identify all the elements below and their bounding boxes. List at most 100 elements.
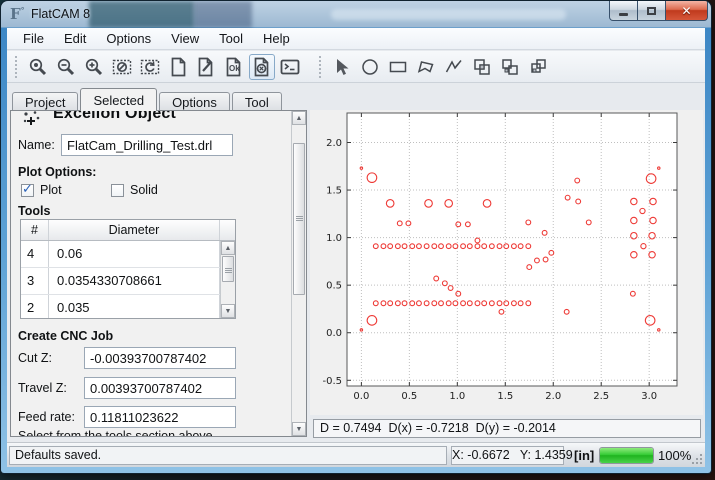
scroll-down-arrow[interactable]: ▼ xyxy=(292,422,306,436)
cut-z-input[interactable] xyxy=(84,347,236,369)
panel-heading: Excellon Object xyxy=(53,111,253,126)
plot-svg: 0.00.51.01.52.02.53.0-0.50.00.51.01.52.0 xyxy=(310,110,703,415)
checkbox-checked-icon: ✓ xyxy=(21,184,34,197)
zoom-fit-icon[interactable] xyxy=(25,54,51,80)
copy-objects-icon[interactable] xyxy=(469,54,495,80)
scroll-down-arrow[interactable]: ▼ xyxy=(221,304,235,318)
window-title: FlatCAM 8 xyxy=(31,7,90,21)
zoom-in-icon[interactable] xyxy=(81,54,107,80)
feed-rate-input[interactable] xyxy=(84,406,236,428)
table-row[interactable]: 30.0354330708661 xyxy=(21,268,235,295)
svg-text:2.0: 2.0 xyxy=(545,391,561,402)
panel-scrollbar[interactable]: ▲ ▼ xyxy=(291,111,306,436)
selected-tab-panel: Excellon Object Name: Plot Options: ✓ Pl… xyxy=(10,110,307,437)
tab-tool[interactable]: Tool xyxy=(232,92,282,111)
draw-polyline-icon[interactable] xyxy=(441,54,467,80)
feed-rate-label: Feed rate: xyxy=(18,410,75,424)
plot-checkbox[interactable]: ✓ Plot xyxy=(21,183,62,197)
pointer-icon[interactable] xyxy=(329,54,355,80)
menu-file[interactable]: File xyxy=(13,29,54,48)
svg-text:0.0: 0.0 xyxy=(353,391,369,402)
excellon-object-icon xyxy=(21,110,43,131)
toolbar-drag-handle[interactable] xyxy=(319,56,323,78)
resize-grip[interactable] xyxy=(692,454,702,464)
progress-bar xyxy=(599,447,654,464)
table-scrollbar[interactable]: ▲ ▼ xyxy=(220,241,235,318)
progress-percent: 100% xyxy=(658,448,691,463)
name-input[interactable] xyxy=(61,134,233,156)
solid-checkbox[interactable]: Solid xyxy=(111,183,158,197)
maximize-icon xyxy=(647,7,656,15)
tools-table[interactable]: # Diameter 40.06 30.0354330708661 20.035… xyxy=(20,219,236,319)
toolbar-drag-handle[interactable] xyxy=(15,56,19,78)
svg-text:0.5: 0.5 xyxy=(401,391,417,402)
svg-text:-0.5: -0.5 xyxy=(322,376,342,387)
scroll-up-arrow[interactable]: ▲ xyxy=(292,111,306,125)
table-row[interactable]: 40.06 xyxy=(21,241,235,268)
status-bar: Defaults saved. X: -0.6672 Y: 1.4359 [in… xyxy=(7,442,705,467)
plot-canvas[interactable]: 0.00.51.01.52.02.53.0-0.50.00.51.01.52.0 xyxy=(310,110,703,415)
cnc-heading: Create CNC Job xyxy=(18,329,113,343)
menu-options[interactable]: Options xyxy=(96,29,161,48)
menu-tool[interactable]: Tool xyxy=(209,29,253,48)
tab-bar: Project Selected Options Tool xyxy=(12,89,284,111)
window-controls: ✕ xyxy=(609,1,708,21)
tools-hint: Select from the tools section above xyxy=(18,429,213,437)
svg-text:1.0: 1.0 xyxy=(449,391,465,402)
titlebar-glass-artifact xyxy=(89,1,194,28)
zoom-out-icon[interactable] xyxy=(53,54,79,80)
tools-table-header: # Diameter xyxy=(21,220,235,241)
delete-object-icon[interactable] xyxy=(249,54,275,80)
minimize-icon xyxy=(619,13,628,16)
scrollbar-thumb[interactable] xyxy=(222,256,234,282)
clear-plot-icon[interactable] xyxy=(109,54,135,80)
menu-help[interactable]: Help xyxy=(253,29,300,48)
join-objects-icon[interactable] xyxy=(497,54,523,80)
draw-circle-icon[interactable] xyxy=(357,54,383,80)
app-window: F° FlatCAM 8 ✕ File Edit Options View To… xyxy=(1,1,711,473)
tab-options[interactable]: Options xyxy=(159,92,230,111)
tab-project[interactable]: Project xyxy=(12,92,78,111)
svg-text:0.5: 0.5 xyxy=(326,281,342,292)
minimize-button[interactable] xyxy=(609,1,638,21)
scrollbar-thumb[interactable] xyxy=(293,143,305,295)
column-header-diameter: Diameter xyxy=(49,220,220,240)
ok-file-icon[interactable]: Ok xyxy=(221,54,247,80)
menu-view[interactable]: View xyxy=(161,29,209,48)
draw-polygon-icon[interactable] xyxy=(413,54,439,80)
titlebar[interactable]: F° FlatCAM 8 ✕ xyxy=(1,1,711,28)
progress-fill xyxy=(600,448,653,463)
column-header-number: # xyxy=(21,220,49,240)
titlebar-glass-artifact xyxy=(331,9,566,20)
close-icon: ✕ xyxy=(681,4,691,18)
menu-edit[interactable]: Edit xyxy=(54,29,96,48)
titlebar-glass-artifact xyxy=(194,1,252,28)
window-body: File Edit Options View Tool Help xyxy=(7,28,705,467)
shell-icon[interactable] xyxy=(277,54,303,80)
checkbox-unchecked-icon xyxy=(111,184,124,197)
plot-options-label: Plot Options: xyxy=(18,165,96,179)
travel-z-input[interactable] xyxy=(84,377,236,399)
cut-z-label: Cut Z: xyxy=(18,351,52,365)
subtract-objects-icon[interactable] xyxy=(525,54,551,80)
open-edit-icon[interactable] xyxy=(193,54,219,80)
table-row[interactable]: 20.035 xyxy=(21,295,235,319)
tab-selected[interactable]: Selected xyxy=(80,88,157,111)
svg-text:1.5: 1.5 xyxy=(326,186,342,197)
svg-text:Ok: Ok xyxy=(229,64,240,73)
close-button[interactable]: ✕ xyxy=(666,1,708,21)
maximize-button[interactable] xyxy=(638,1,666,21)
svg-text:2.0: 2.0 xyxy=(326,138,342,149)
travel-z-label: Travel Z: xyxy=(18,381,67,395)
menu-bar: File Edit Options View Tool Help xyxy=(7,28,705,50)
replot-icon[interactable] xyxy=(137,54,163,80)
toolbar: Ok xyxy=(7,51,705,83)
new-project-icon[interactable] xyxy=(165,54,191,80)
svg-text:3.0: 3.0 xyxy=(641,391,657,402)
scroll-up-arrow[interactable]: ▲ xyxy=(221,241,235,255)
status-message: Defaults saved. xyxy=(9,446,447,465)
draw-rectangle-icon[interactable] xyxy=(385,54,411,80)
desktop-background: F° FlatCAM 8 ✕ File Edit Options View To… xyxy=(0,0,715,480)
name-label: Name: xyxy=(18,138,55,152)
tools-label: Tools xyxy=(18,204,50,218)
